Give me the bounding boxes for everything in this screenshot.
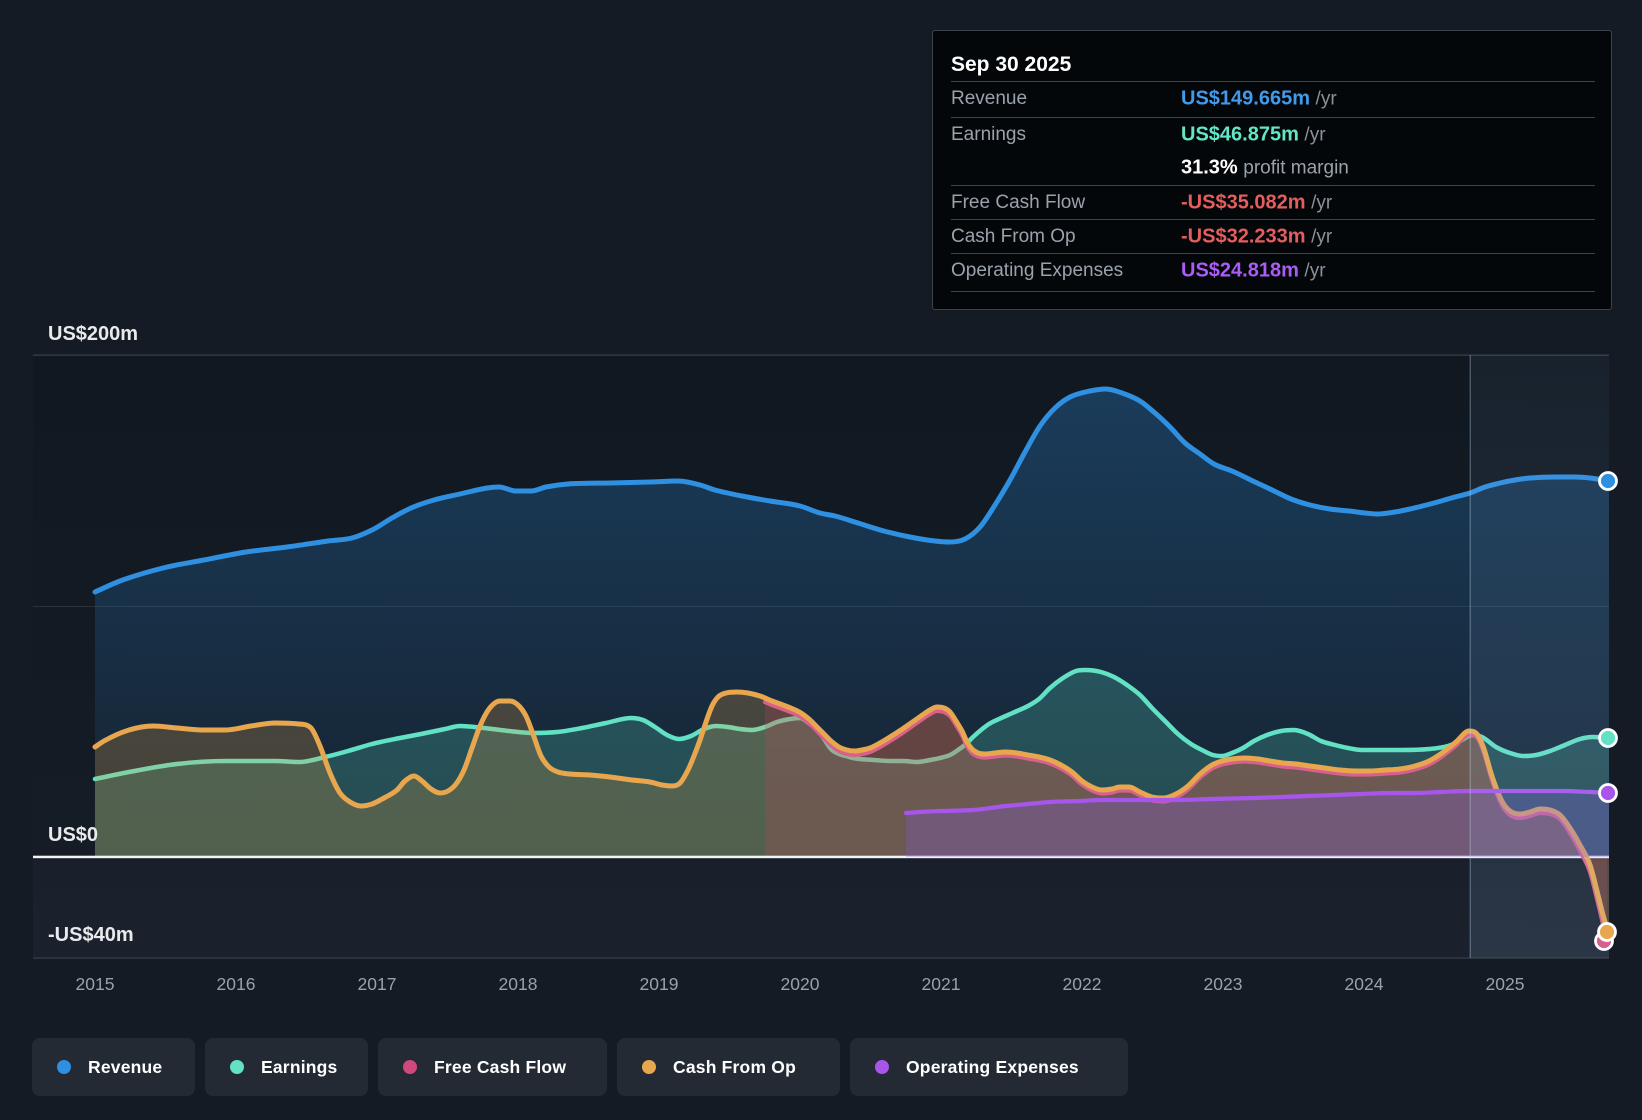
svg-text:2025: 2025	[1486, 974, 1525, 994]
svg-text:2021: 2021	[922, 974, 961, 994]
svg-text:2017: 2017	[358, 974, 397, 994]
svg-text:2023: 2023	[1204, 974, 1243, 994]
svg-text:2015: 2015	[76, 974, 115, 994]
svg-text:2016: 2016	[217, 974, 256, 994]
svg-text:2018: 2018	[499, 974, 538, 994]
svg-text:-US$40m: -US$40m	[48, 924, 134, 946]
svg-text:US$0: US$0	[48, 824, 98, 846]
svg-text:2019: 2019	[640, 974, 679, 994]
svg-text:2020: 2020	[781, 974, 820, 994]
svg-text:2024: 2024	[1345, 974, 1384, 994]
svg-text:US$200m: US$200m	[48, 323, 138, 345]
svg-text:2022: 2022	[1063, 974, 1102, 994]
